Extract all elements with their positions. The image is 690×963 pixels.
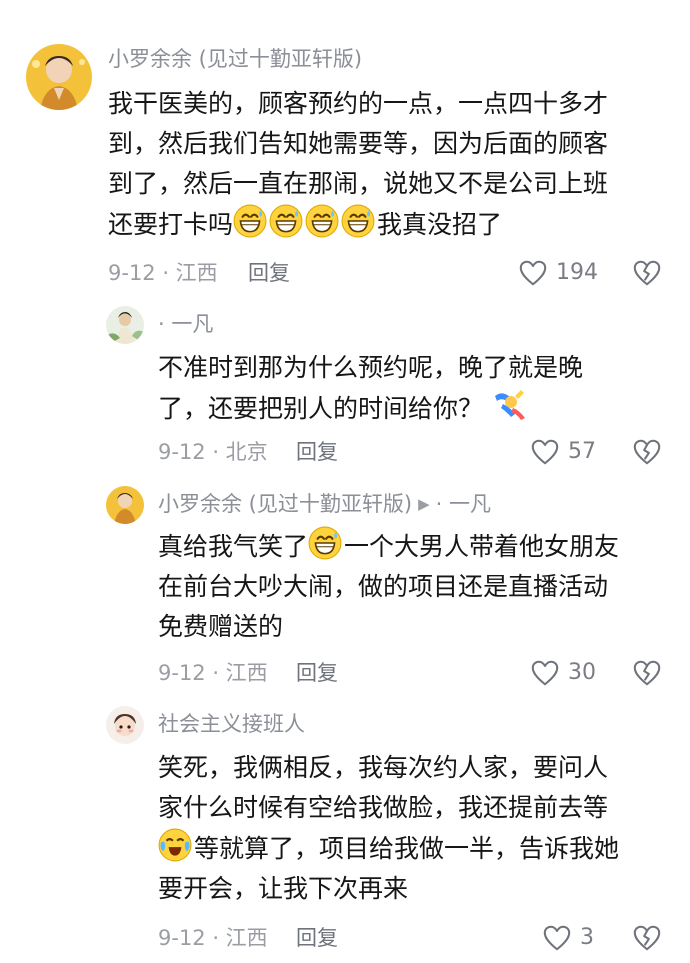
grinning-sweat-emoji-icon (308, 526, 342, 560)
like-button[interactable]: 57 (530, 437, 596, 467)
comment-text-line: 不准时到那为什么预约呢，晚了就是晚 (158, 353, 584, 382)
reply-arrow-icon: ▶ (418, 495, 430, 513)
comment-text-line: 笑死，我俩相反，我每次约人家，要问人 (158, 753, 609, 782)
broken-heart-icon[interactable] (632, 258, 662, 288)
heart-outline-icon (518, 258, 548, 288)
crying-laugh-emoji-icon (158, 828, 192, 862)
grinning-sweat-emoji-icon (305, 204, 339, 238)
comment-text-line: 免费赠送的 (158, 612, 284, 641)
like-count: 194 (556, 260, 598, 285)
comment-username[interactable]: 小罗余余 (见过十勤亚轩版) ▶ · 一凡 (158, 490, 491, 518)
reply-button[interactable]: 回复 (296, 924, 338, 952)
comment-text-line: 在前台大吵大闹，做的项目还是直播活动 (158, 572, 609, 601)
broken-heart-icon[interactable] (632, 437, 662, 467)
comment-date-location: 9-12 · 江西 (158, 926, 268, 950)
comment-text: 笑死，我俩相反，我每次约人家，要问人 家什么时候有空给我做脸，我还提前去等 等就… (158, 748, 619, 909)
comment-text-line: 我干医美的，顾客预约的一点，一点四十多才 (108, 89, 609, 118)
avatar[interactable] (106, 486, 144, 524)
reply-author: 小罗余余 (见过十勤亚轩版) (158, 492, 413, 516)
like-count: 3 (580, 925, 594, 950)
avatar[interactable] (106, 706, 144, 744)
comment-text-line: 到，然后我们告知她需要等，因为后面的顾客 (108, 129, 609, 158)
grinning-sweat-emoji-icon (233, 204, 267, 238)
comment-text-line: 等就算了，项目给我做一半，告诉我她 (158, 828, 619, 869)
comment-text: 我干医美的，顾客预约的一点，一点四十多才 到，然后我们告知她需要等，因为后面的顾… (108, 84, 608, 245)
grinning-sweat-emoji-icon (341, 204, 375, 238)
like-button[interactable]: 30 (530, 658, 596, 688)
comment-username[interactable]: · 一凡 (158, 310, 213, 338)
like-button[interactable]: 194 (518, 258, 598, 288)
heart-outline-icon (530, 658, 560, 688)
comment-username[interactable]: 小罗余余 (见过十勤亚轩版) (108, 45, 362, 73)
avatar[interactable] (26, 44, 92, 110)
comment-text-line: 要开会，让我下次再来 (158, 874, 409, 903)
grinning-sweat-emoji-icon (269, 204, 303, 238)
reply-target: · 一凡 (435, 492, 491, 516)
comment-text: 真给我气笑了 一个大男人带着他女朋友 在前台大吵大闹，做的项目还是直播活动 免费赠… (158, 526, 619, 647)
comment-text-line: 真给我气笑了 一个大男人带着他女朋友 (158, 526, 619, 567)
reply-button[interactable]: 回复 (296, 438, 338, 466)
comment-username[interactable]: 社会主义接班人 (158, 710, 305, 738)
comment-text-line: 还要打卡吗 我真没招了 (108, 204, 608, 245)
text-segment: 真给我气笑了 (158, 532, 309, 561)
reply-button[interactable]: 回复 (248, 259, 290, 287)
text-segment: 等就算了，项目给我做一半，告诉我她 (194, 834, 620, 863)
comment-date-location: 9-12 · 北京 (158, 440, 268, 464)
like-count: 57 (568, 439, 596, 464)
like-count: 30 (568, 660, 596, 685)
comment-date-location: 9-12 · 江西 (158, 661, 268, 685)
heart-outline-icon (530, 437, 560, 467)
text-segment: 我真没招了 (377, 210, 503, 239)
comment-text-line: 家什么时候有空给我做脸，我还提前去等 (158, 793, 609, 822)
like-button[interactable]: 3 (542, 923, 594, 953)
comment-text: 不准时到那为什么预约呢，晚了就是晚 了，还要把别人的时间给你？ (158, 348, 583, 429)
comment-text-line: 了，还要把别人的时间给你？ (158, 388, 583, 429)
text-segment: 了，还要把别人的时间给你？ (158, 394, 484, 423)
reply-button[interactable]: 回复 (296, 659, 338, 687)
broken-heart-icon[interactable] (632, 923, 662, 953)
avatar[interactable] (106, 306, 144, 344)
text-segment: 一个大男人带着他女朋友 (344, 532, 620, 561)
text-segment: 还要打卡吗 (108, 210, 234, 239)
heart-outline-icon (542, 923, 572, 953)
dab-emoji-icon (495, 390, 526, 420)
comment-date-location: 9-12 · 江西 (108, 261, 218, 285)
comment-text-line: 到了，然后一直在那闹，说她又不是公司上班 (108, 169, 609, 198)
broken-heart-icon[interactable] (632, 658, 662, 688)
